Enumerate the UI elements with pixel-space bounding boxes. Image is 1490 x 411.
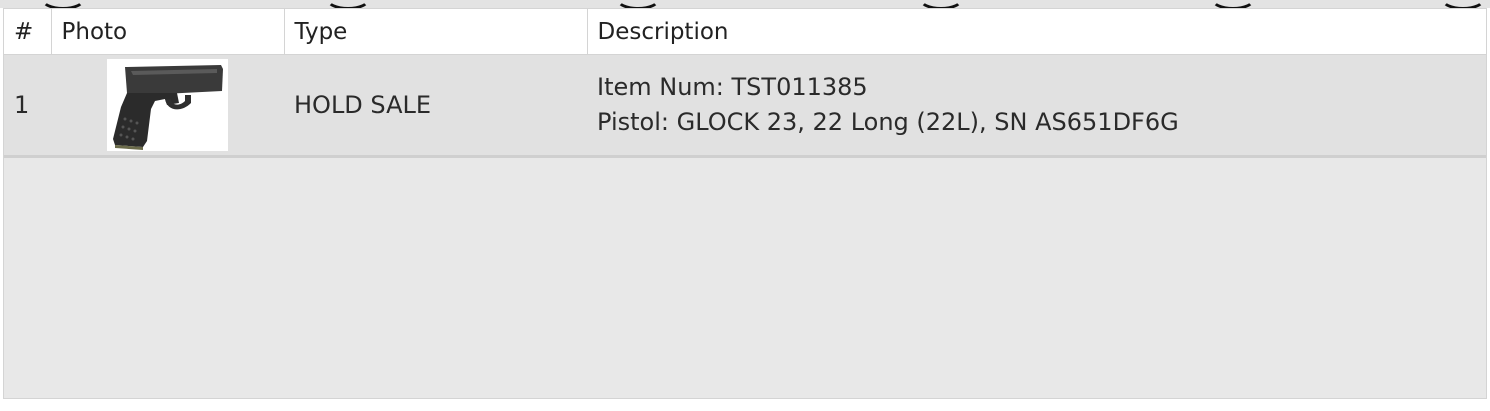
row-type: HOLD SALE xyxy=(284,54,587,158)
toolbar-button-edge[interactable] xyxy=(325,0,371,8)
column-header-description[interactable]: Description xyxy=(586,9,1486,55)
table-header-row: # Photo Type Description xyxy=(4,9,1486,55)
row-description: Item Num: TST011385 Pistol: GLOCK 23, 22… xyxy=(587,54,1486,158)
toolbar-button-edge[interactable] xyxy=(40,0,86,8)
column-header-number[interactable]: # xyxy=(4,9,51,55)
pistol-icon xyxy=(113,65,223,150)
row-photo-cell xyxy=(51,54,284,158)
top-toolbar-edge xyxy=(0,0,1490,8)
column-header-photo[interactable]: Photo xyxy=(50,9,284,55)
toolbar-button-edge[interactable] xyxy=(918,0,964,8)
toolbar-button-edge[interactable] xyxy=(615,0,661,8)
items-table: # Photo Type Description 1 HOLD SALE Ite… xyxy=(4,9,1486,158)
item-detail: Pistol: GLOCK 23, 22 Long (22L), SN AS65… xyxy=(597,108,1179,136)
pistol-photo[interactable] xyxy=(107,59,228,151)
inventory-view: # Photo Type Description 1 HOLD SALE Ite… xyxy=(0,0,1490,411)
toolbar-button-edge[interactable] xyxy=(1440,0,1486,8)
toolbar-button-edge[interactable] xyxy=(1210,0,1256,8)
items-grid: # Photo Type Description 1 HOLD SALE Ite… xyxy=(3,8,1487,399)
row-number: 1 xyxy=(4,54,51,158)
table-row[interactable]: 1 HOLD SALE Item Num: TST011385 Pistol: … xyxy=(4,54,1486,158)
item-number: Item Num: TST011385 xyxy=(597,73,868,101)
column-header-type[interactable]: Type xyxy=(283,9,587,55)
